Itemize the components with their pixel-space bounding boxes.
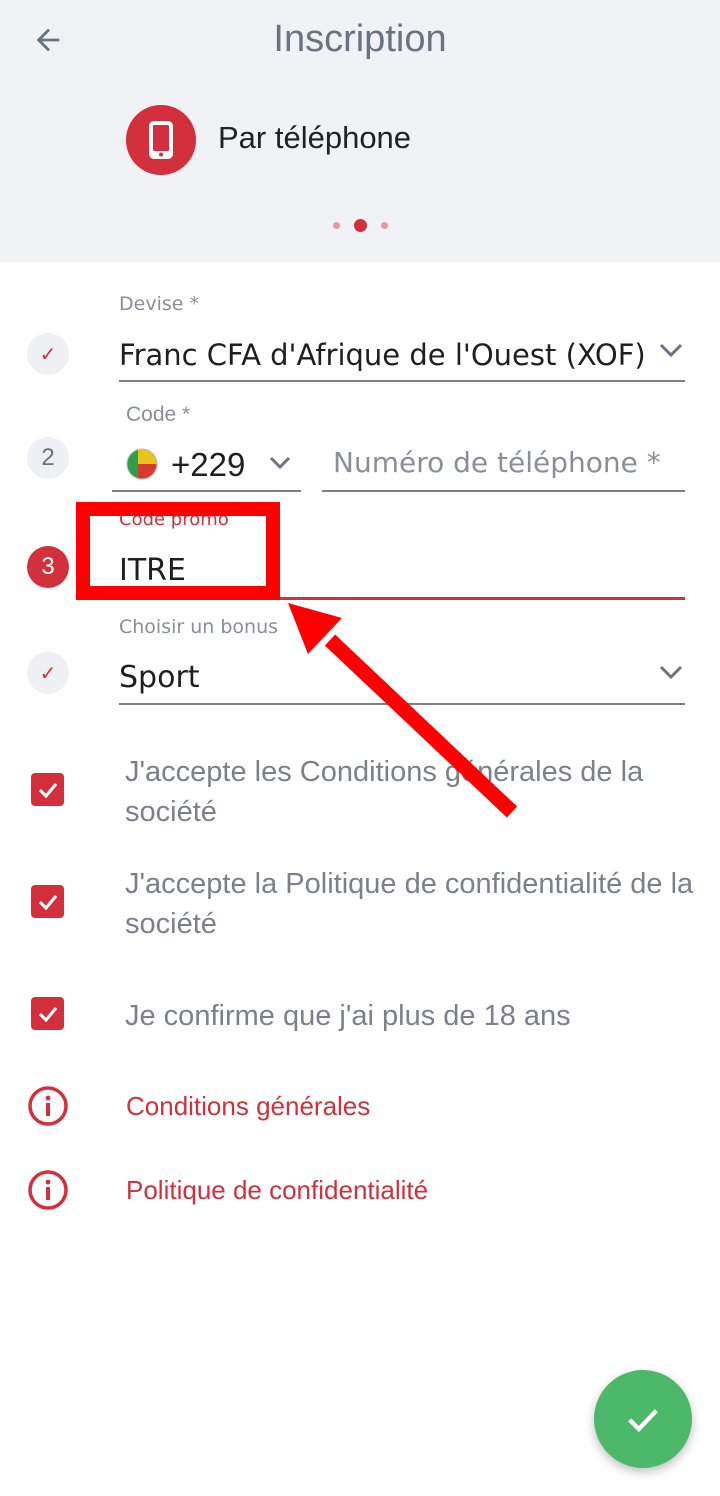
check-icon xyxy=(628,1409,658,1433)
info-icon xyxy=(28,1170,68,1210)
age-checkbox[interactable] xyxy=(31,997,64,1030)
age-agreement-text[interactable]: Je confirme que j'ai plus de 18 ans xyxy=(125,996,695,1036)
terms-link[interactable]: Conditions générales xyxy=(126,1091,370,1122)
chevron-down-icon[interactable] xyxy=(656,338,686,362)
country-code-underline xyxy=(112,490,301,492)
bonus-label: Choisir un bonus xyxy=(119,616,279,638)
submit-button[interactable] xyxy=(594,1370,692,1468)
country-code-select[interactable]: +229 xyxy=(171,446,245,484)
check-icon xyxy=(38,782,57,798)
privacy-checkbox[interactable] xyxy=(31,885,64,918)
method-label: Par téléphone xyxy=(218,120,412,155)
privacy-link[interactable]: Politique de confidentialité xyxy=(126,1175,428,1206)
currency-select[interactable]: Franc CFA d'Afrique de l'Ouest (XOF) xyxy=(119,338,649,372)
currency-label: Devise * xyxy=(119,293,199,315)
method-icon-circle xyxy=(126,105,196,175)
step-dot-1 xyxy=(332,222,340,229)
check-icon xyxy=(38,894,57,910)
currency-step-badge: ✓ xyxy=(27,333,69,375)
chevron-down-icon[interactable] xyxy=(656,660,686,684)
bonus-select[interactable]: Sport xyxy=(119,660,200,695)
info-icon xyxy=(28,1086,68,1126)
page-title: Inscription xyxy=(273,18,447,60)
step-indicator xyxy=(0,219,720,232)
header: Inscription Par téléphone xyxy=(0,0,720,262)
bonus-underline xyxy=(119,703,685,705)
step-dot-3 xyxy=(380,222,388,229)
phone-number-input[interactable]: Numéro de téléphone * xyxy=(333,446,683,479)
promo-step-badge: 3 xyxy=(27,546,69,588)
privacy-agreement-text[interactable]: J'accepte la Politique de confidentialit… xyxy=(125,864,695,944)
annotation-highlight-box xyxy=(76,502,280,600)
phone-step-badge: 2 xyxy=(27,437,69,479)
check-icon xyxy=(38,1006,57,1022)
country-code-label: Code * xyxy=(126,403,191,426)
step-dot-2 xyxy=(353,219,367,232)
terms-agreement-text[interactable]: J'accepte les Conditions générales de la… xyxy=(125,752,695,832)
benin-flag-icon xyxy=(126,448,158,480)
bonus-step-badge: ✓ xyxy=(27,652,69,694)
phone-number-underline xyxy=(322,490,685,492)
terms-checkbox[interactable] xyxy=(31,773,64,806)
currency-underline xyxy=(119,380,685,382)
chevron-down-icon[interactable] xyxy=(266,452,294,474)
phone-icon xyxy=(149,121,173,159)
